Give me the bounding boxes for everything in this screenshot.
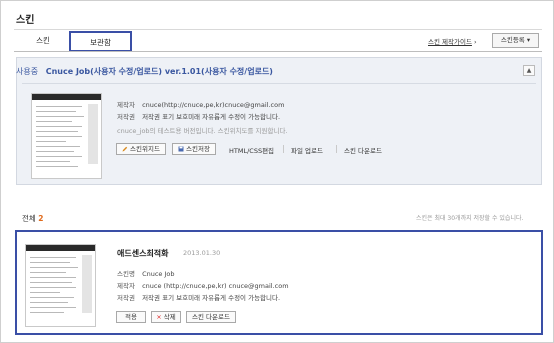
header-divider [14, 29, 542, 30]
total-count: 전체 2 [22, 213, 43, 224]
author-value: cnuce (http://cnuce,pe,kr) cnuce@gmail.c… [142, 282, 289, 290]
delete-button[interactable]: × 삭제 [151, 311, 181, 323]
stored-author-row: 제작자 cnuce (http://cnuce,pe,kr) cnuce@gma… [117, 280, 289, 290]
total-label: 전체 [22, 214, 36, 223]
author-label: 제작자 [117, 282, 135, 290]
current-skin-divider [22, 83, 536, 84]
skin-save-button[interactable]: 스킨저장 [172, 143, 216, 155]
author-value: cnuce(http://cnuce,pe,kr)cnuce@gmail.com [142, 101, 285, 109]
apply-button[interactable]: 적용 [116, 311, 146, 323]
current-author-row: 제작자 cnuce(http://cnuce,pe,kr)cnuce@gmail… [117, 99, 284, 109]
stored-copyright-row: 저작권 저작권 표기 보호미래 자유롭게 수정이 가능합니다. [117, 292, 280, 302]
skin-wizard-button[interactable]: 스킨위지드 [116, 143, 166, 155]
copyright-value: 저작권 표기 보호미래 자유롭게 수정이 가능합니다. [142, 294, 281, 302]
action-separator [336, 145, 337, 153]
current-skin-heading: 사용중 Cnuce Job(사용자 수정/업로드) ver.1.01(사용자 수… [16, 66, 273, 77]
copyright-value: 저작권 표기 보호미래 자유롭게 수정이 가능합니다. [142, 113, 281, 121]
current-skin-note: cnuce_job의 테스트용 버전입니다. 스킨위치도를 지원합니다. [117, 127, 288, 135]
storage-limit-note: 스킨은 최대 30개까지 저장할 수 있습니다. [416, 215, 524, 222]
status-badge: 사용중 [16, 67, 39, 76]
skin-name-label: 스킨명 [117, 270, 135, 278]
disk-icon [178, 145, 184, 152]
pencil-icon [122, 145, 128, 152]
delete-label: 삭제 [163, 313, 176, 321]
tabs-divider [14, 51, 542, 52]
stored-skin-name-row: 스킨명 Cnuce Job [117, 268, 175, 278]
tab-skin[interactable]: 스킨 [28, 31, 58, 52]
stored-skin-name: 애드센스최적화 [117, 249, 169, 258]
current-skin-thumbnail [31, 93, 102, 179]
copyright-label: 저작권 [117, 113, 135, 121]
skin-wizard-label: 스킨위지드 [130, 145, 160, 153]
stored-skin-date: 2013.01.30 [183, 249, 221, 257]
stored-skin-thumbnail [25, 244, 96, 327]
skin-register-label: 스킨등록 [500, 36, 525, 44]
current-skin-title: Cnuce Job(사용자 수정/업로드) ver.1.01(사용자 수정/업로… [45, 67, 273, 76]
tab-storage[interactable]: 보관함 [69, 31, 132, 52]
collapse-icon[interactable]: ▲ [523, 65, 535, 76]
skin-save-label: 스킨저장 [186, 145, 210, 153]
author-label: 제작자 [117, 101, 135, 109]
skin-guide-label: 스킨 제작가이드 [428, 38, 472, 46]
total-count-value: 2 [38, 214, 44, 223]
action-separator [283, 145, 284, 153]
stored-skin-download-button[interactable]: 스킨 다운로드 [186, 311, 236, 323]
copyright-label: 저작권 [117, 294, 135, 302]
skin-name-value: Cnuce Job [142, 270, 175, 278]
skin-download-link[interactable]: 스킨 다운로드 [344, 145, 382, 155]
page-title: 스킨 [16, 15, 35, 26]
chevron-right-icon: › [474, 38, 477, 46]
close-icon: × [156, 313, 162, 321]
skin-register-button[interactable]: 스킨등록 ▾ [492, 33, 539, 48]
current-copyright-row: 저작권 저작권 표기 보호미래 자유롭게 수정이 가능합니다. [117, 111, 280, 121]
skin-guide-link[interactable]: 스킨 제작가이드 › [428, 36, 477, 46]
file-upload-link[interactable]: 파일 업로드 [291, 145, 323, 155]
chevron-down-icon: ▾ [526, 36, 531, 44]
html-css-edit-link[interactable]: HTML/CSS편집 [229, 145, 274, 155]
